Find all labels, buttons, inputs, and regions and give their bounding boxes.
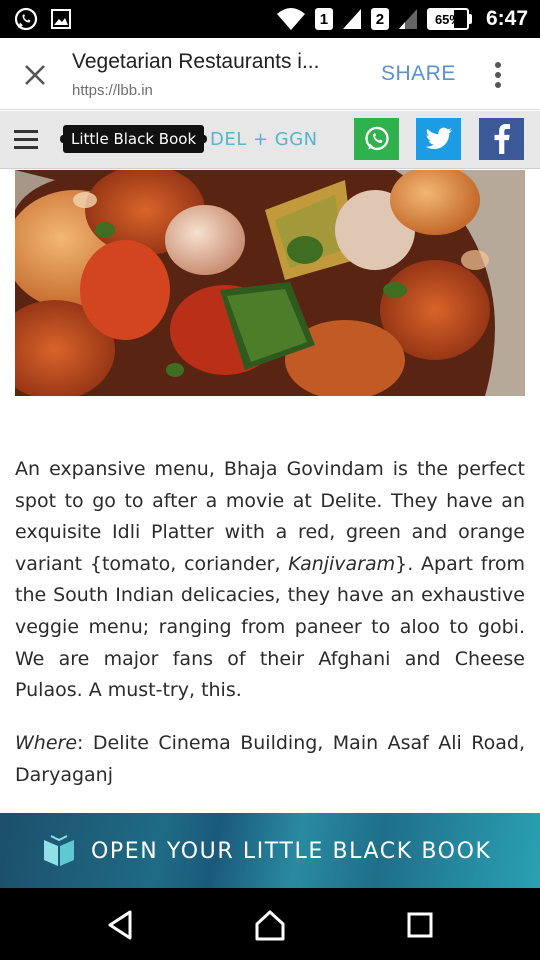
sim2-badge: 2 (370, 8, 389, 30)
where-paragraph: Where: Delite Cinema Building, Main Asaf… (15, 728, 525, 791)
article-paragraph: An expansive menu, Bhaja Govindam is the… (15, 454, 525, 707)
back-icon[interactable] (104, 908, 138, 942)
signal-icon (342, 9, 361, 29)
twitter-share-button[interactable] (416, 118, 461, 160)
site-header: Little Black Book DEL + GGN (0, 111, 540, 169)
whatsapp-icon (14, 7, 38, 31)
clock: 6:47 (485, 7, 528, 30)
battery-indicator: 65% (426, 8, 472, 30)
banner-text: OPEN YOUR LITTLE BLACK BOOK (91, 839, 492, 864)
where-label: Where (15, 732, 78, 754)
book-icon (44, 835, 74, 866)
share-button[interactable]: SHARE (381, 62, 456, 86)
site-logo[interactable]: Little Black Book (59, 125, 208, 153)
battery-percent: 65% (434, 11, 461, 27)
browser-toolbar: Vegetarian Restaurants i... https://lbb.… (0, 38, 540, 110)
hero-food-image (15, 170, 525, 396)
close-icon[interactable] (20, 60, 50, 90)
page-title: Vegetarian Restaurants i... (72, 50, 320, 73)
article-text-2: }. Apart from the South Indian delicacie… (15, 552, 525, 702)
open-lbb-banner[interactable]: OPEN YOUR LITTLE BLACK BOOK (0, 813, 540, 888)
hamburger-menu-icon[interactable] (14, 129, 40, 151)
signal-icon (398, 9, 417, 29)
sim1-badge: 1 (314, 8, 333, 30)
where-address: : Delite Cinema Building, Main Asaf Ali … (15, 732, 525, 786)
whatsapp-share-button[interactable] (354, 118, 399, 160)
facebook-share-button[interactable] (479, 118, 524, 160)
whatsapp-icon (364, 126, 389, 151)
wifi-icon (276, 8, 305, 30)
more-vert-icon[interactable] (489, 60, 507, 90)
recents-icon[interactable] (403, 908, 437, 942)
navigation-bar (0, 888, 540, 960)
home-icon[interactable] (253, 908, 287, 942)
twitter-icon (425, 127, 452, 150)
article-emphasis: Kanjivaram (288, 552, 396, 575)
city-selector[interactable]: DEL + GGN (210, 129, 318, 150)
status-bar: 1 2 65% 6:47 (0, 0, 540, 38)
image-icon (51, 9, 71, 29)
page-url: https://lbb.in (72, 82, 153, 99)
facebook-icon (494, 124, 510, 154)
